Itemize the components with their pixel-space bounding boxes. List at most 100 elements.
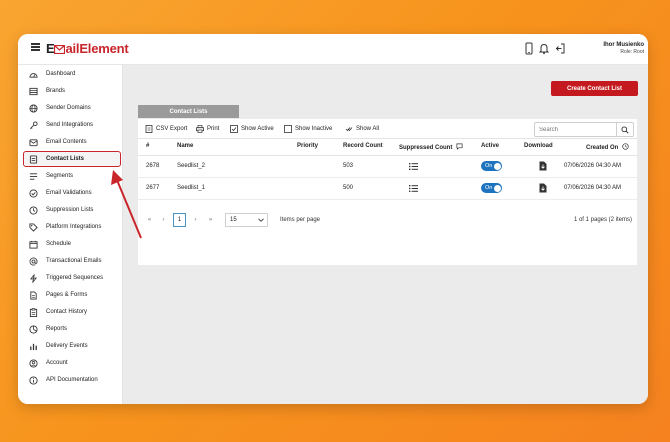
- user-icon: [29, 358, 38, 368]
- sidebar-item-email-validations[interactable]: Email Validations: [24, 186, 120, 200]
- lightning-icon: [29, 273, 38, 283]
- sidebar-item-account[interactable]: Account: [24, 356, 120, 370]
- cell-created-on: 07/06/2026 04:30 AM: [564, 163, 622, 169]
- toggle-label: On: [485, 162, 493, 169]
- sidebar-item-contact-lists[interactable]: Contact Lists: [23, 151, 121, 167]
- created-on-label: Created On: [586, 145, 619, 151]
- top-bar: EailElement Ihor Musienko Role: Root: [18, 34, 648, 65]
- search-icon: [621, 125, 629, 134]
- sidebar-item-label: Suppression Lists: [46, 207, 94, 213]
- sidebar-item-contact-history[interactable]: Contact History: [24, 305, 120, 319]
- app-logo[interactable]: EailElement: [46, 41, 129, 56]
- list-details-icon[interactable]: [409, 185, 418, 192]
- sidebar-item-triggered-sequences[interactable]: Triggered Sequences: [24, 271, 120, 285]
- sidebar-item-label: Transactional Emails: [46, 258, 102, 264]
- show-all-icon: [345, 126, 353, 131]
- show-all-label: Show All: [356, 125, 380, 132]
- bar-chart-icon: [30, 343, 37, 350]
- column-header-suppressed-count[interactable]: Suppressed Count: [399, 143, 463, 151]
- pie-chart-icon: [29, 324, 38, 334]
- page-info: 1 of 1 pages (2 items): [573, 217, 632, 223]
- current-page-button[interactable]: 1: [173, 213, 186, 227]
- sidebar-item-label: Pages & Forms: [46, 292, 88, 298]
- create-contact-list-button[interactable]: Create Contact List: [551, 81, 638, 96]
- sidebar-item-schedule[interactable]: Schedule: [24, 237, 120, 251]
- cell-name[interactable]: Seedlist_2: [177, 163, 205, 169]
- download-icon[interactable]: [539, 183, 547, 193]
- sidebar-item-label: Email Validations: [46, 190, 92, 196]
- bell-icon[interactable]: [538, 42, 550, 55]
- key-icon: [30, 120, 38, 129]
- show-active-button[interactable]: Show Active: [230, 124, 274, 133]
- next-page-button[interactable]: ›: [189, 213, 202, 227]
- first-page-button[interactable]: «: [143, 213, 156, 227]
- sidebar-item-delivery-events[interactable]: Delivery Events: [24, 339, 120, 353]
- download-icon[interactable]: [539, 161, 547, 171]
- list-details-icon[interactable]: [409, 163, 418, 170]
- search-input[interactable]: [535, 123, 615, 136]
- show-active-icon: [230, 124, 238, 133]
- tag-icon: [29, 222, 38, 232]
- suppressed-count-label: Suppressed Count: [399, 145, 453, 151]
- sidebar-item-segments[interactable]: Segments: [24, 169, 120, 183]
- sidebar-item-label: Platform Integrations: [46, 224, 102, 230]
- sidebar-item-label: Segments: [46, 173, 74, 179]
- active-toggle[interactable]: On: [481, 161, 502, 171]
- page-size-value: 15: [230, 217, 237, 223]
- search-button[interactable]: [616, 123, 633, 136]
- sidebar-item-label: API Documentation: [46, 377, 98, 383]
- sidebar-item-dashboard[interactable]: Dashboard: [24, 67, 120, 81]
- column-header-priority[interactable]: Priority: [297, 143, 318, 149]
- sidebar-item-send-integrations[interactable]: Send Integrations: [24, 118, 120, 132]
- prev-page-button[interactable]: ‹: [157, 213, 170, 227]
- show-inactive-label: Show Inactive: [295, 125, 333, 132]
- show-inactive-icon: [284, 124, 292, 133]
- print-button[interactable]: Print: [196, 124, 219, 133]
- sidebar-item-sender-domains[interactable]: Sender Domains: [24, 101, 120, 115]
- hamburger-menu-icon[interactable]: [31, 43, 40, 51]
- sidebar-item-api-documentation[interactable]: API Documentation: [24, 373, 120, 387]
- column-header-created-on[interactable]: Created On: [586, 143, 629, 151]
- clipboard-icon: [29, 307, 38, 317]
- toggle-knob: [493, 162, 501, 170]
- sidebar-item-platform-integrations[interactable]: Platform Integrations: [24, 220, 120, 234]
- page-size-select[interactable]: 15: [225, 213, 268, 227]
- show-inactive-button[interactable]: Show Inactive: [284, 124, 332, 133]
- mobile-device-icon[interactable]: [523, 42, 535, 55]
- user-info[interactable]: Ihor Musienko Role: Root: [590, 42, 644, 56]
- sidebar-item-suppression-lists[interactable]: Suppression Lists: [24, 203, 120, 217]
- clock-icon: [29, 205, 38, 215]
- column-header-active[interactable]: Active: [481, 143, 499, 149]
- sidebar-item-email-contents[interactable]: Email Contents: [24, 135, 120, 149]
- sidebar-item-label: Contact Lists: [46, 156, 85, 162]
- sidebar-item-reports[interactable]: Reports: [24, 322, 120, 336]
- logo-envelope-icon: [54, 44, 66, 55]
- check-circle-icon: [29, 188, 38, 198]
- column-header-id[interactable]: #: [146, 143, 149, 149]
- column-header-download[interactable]: Download: [524, 143, 553, 149]
- sidebar-item-label: Contact History: [46, 309, 88, 315]
- cell-name[interactable]: Seedlist_1: [177, 185, 205, 191]
- cell-record-count: 500: [343, 185, 354, 191]
- table-row[interactable]: 2678 Seedlist_2 503 On 07/06/2026 04:30 …: [138, 156, 637, 178]
- sidebar: Dashboard Brands Sender Domains Send Int…: [18, 65, 123, 404]
- show-all-button[interactable]: Show All: [345, 124, 379, 133]
- csv-export-button[interactable]: CSV Export: [145, 124, 187, 133]
- chevron-down-icon: [258, 218, 264, 222]
- table-row[interactable]: 2677 Seedlist_1 500 On 07/06/2026 04:30 …: [138, 178, 637, 200]
- active-toggle[interactable]: On: [481, 183, 502, 193]
- last-page-button[interactable]: »: [204, 213, 217, 227]
- sidebar-item-label: Dashboard: [46, 71, 76, 77]
- panel-title-tab: Contact Lists: [138, 105, 239, 118]
- sidebar-item-label: Email Contents: [46, 139, 87, 145]
- sidebar-item-transactional-emails[interactable]: Transactional Emails: [24, 254, 120, 268]
- column-header-record-count[interactable]: Record Count: [343, 143, 383, 149]
- column-header-name[interactable]: Name: [177, 143, 193, 149]
- sidebar-item-pages-forms[interactable]: Pages & Forms: [24, 288, 120, 302]
- app-window: EailElement Ihor Musienko Role: Root Das…: [18, 34, 648, 404]
- logout-icon[interactable]: [554, 42, 566, 55]
- csv-export-label: CSV Export: [156, 125, 188, 132]
- sidebar-item-brands[interactable]: Brands: [24, 84, 120, 98]
- main-content: Create Contact List Contact Lists CSV Ex…: [123, 65, 648, 404]
- sidebar-item-label: Send Integrations: [46, 122, 94, 128]
